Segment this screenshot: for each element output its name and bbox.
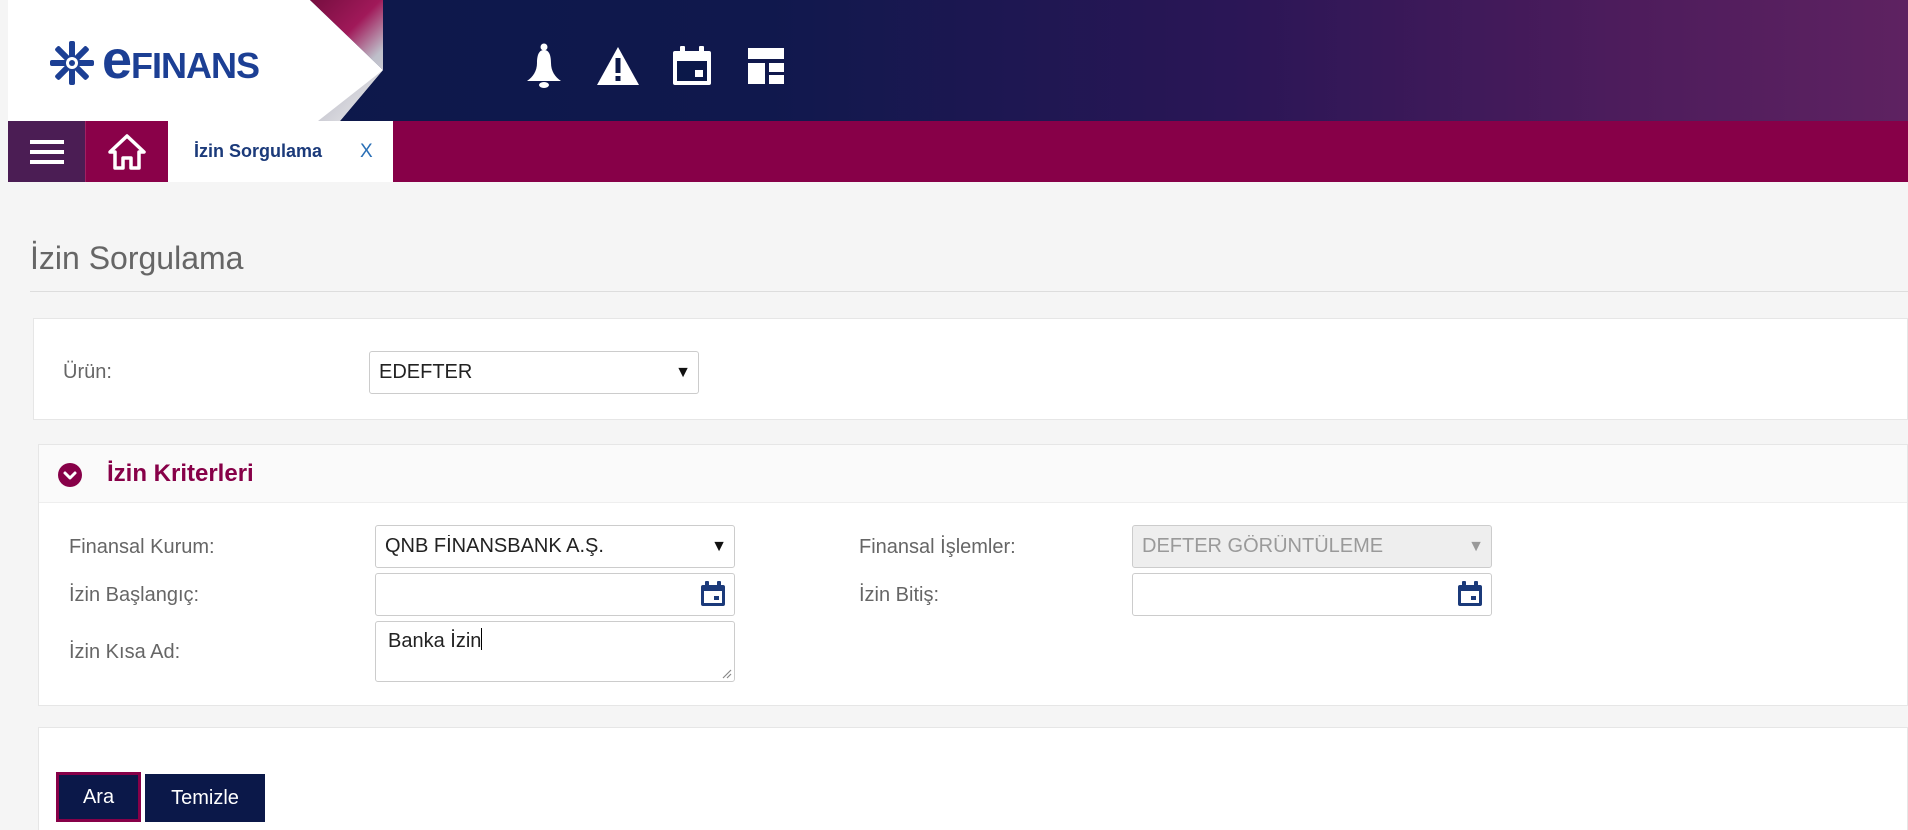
actions-panel [38,727,1908,830]
financial-operations-label: Finansal İşlemler: [859,536,1016,558]
logo-text: eFINANS [102,30,260,90]
text-cursor [481,628,483,650]
financial-institution-label: Finansal Kurum: [69,536,215,558]
warning-icon[interactable] [594,42,642,90]
criteria-panel: İzin Kriterleri Finansal Kurum: QNB FİNA… [38,444,1908,706]
hamburger-menu-button[interactable] [8,121,85,182]
start-date-label: İzin Başlangıç: [69,584,200,606]
end-date-input[interactable] [1132,573,1492,616]
tab-label[interactable]: İzin Sorgulama [194,141,322,162]
criteria-header[interactable]: İzin Kriterleri [39,445,1907,503]
financial-institution-value: QNB FİNANSBANK A.Ş. [385,535,604,557]
tab-izin-sorgulama[interactable]: İzin Sorgulama X [168,121,393,182]
product-select[interactable]: EDEFTER ▼ [369,351,699,394]
resize-handle-icon[interactable] [720,667,732,679]
home-button[interactable] [85,121,168,182]
calendar-picker-icon[interactable] [700,581,726,607]
tab-close-button[interactable]: X [360,141,373,163]
logo-asterisk-icon [50,41,94,85]
page-title: İzin Sorgulama [30,240,244,276]
short-name-value: Banka İzin [388,630,482,652]
bell-icon[interactable] [520,42,568,90]
financial-institution-select[interactable]: QNB FİNANSBANK A.Ş. ▼ [375,525,735,568]
caret-down-icon: ▼ [711,537,727,555]
header-toolbar [520,42,790,90]
home-icon [108,133,146,170]
efinans-logo[interactable]: eFINANS [48,30,260,90]
caret-down-icon: ▼ [675,363,691,381]
financial-operations-value: DEFTER GÖRÜNTÜLEME [1142,535,1384,557]
layout-icon[interactable] [742,42,790,90]
search-button[interactable]: Ara [56,772,141,822]
start-date-input[interactable] [375,573,735,616]
logo-area: eFINANS [8,0,383,121]
app-header: eFINANS [8,0,1908,121]
product-select-value: EDEFTER [379,361,473,383]
short-name-label: İzin Kısa Ad: [69,641,181,663]
hamburger-icon [29,139,64,164]
product-panel: Ürün: EDEFTER ▼ [33,318,1908,420]
calendar-picker-icon[interactable] [1457,581,1483,607]
criteria-title: İzin Kriterleri [107,460,254,487]
caret-down-icon: ▼ [1468,537,1484,555]
clear-button[interactable]: Temizle [145,774,265,822]
calendar-icon[interactable] [668,42,716,90]
product-label: Ürün: [63,361,112,383]
short-name-textarea[interactable]: Banka İzin [375,621,735,682]
end-date-label: İzin Bitiş: [859,584,940,606]
collapse-chevron-icon[interactable] [58,463,82,487]
financial-operations-select: DEFTER GÖRÜNTÜLEME ▼ [1132,525,1492,568]
title-divider [30,291,1908,292]
tab-bar: İzin Sorgulama X [8,121,1908,182]
